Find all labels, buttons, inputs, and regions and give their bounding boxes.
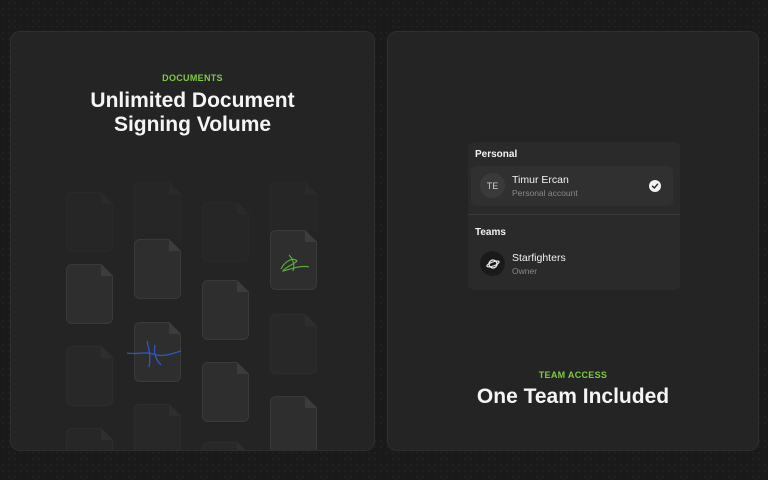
document-icon	[270, 230, 317, 290]
check-icon	[649, 180, 661, 192]
team-item-starfighters[interactable]: Starfighters Owner	[471, 244, 673, 284]
document-icon	[66, 192, 113, 252]
signature-scribble-icon	[126, 340, 182, 368]
documents-card: DOCUMENTS Unlimited Document Signing Vol…	[10, 31, 375, 451]
document-icon	[66, 346, 113, 406]
document-icon	[202, 362, 249, 422]
document-icon	[202, 442, 249, 450]
team-name: Starfighters	[512, 252, 566, 264]
documents-eyebrow: DOCUMENTS	[162, 73, 223, 83]
document-icon	[270, 396, 317, 450]
divider	[468, 214, 680, 215]
team-access-heading: One Team Included	[476, 385, 670, 408]
document-icon	[126, 322, 182, 382]
document-icon	[202, 280, 249, 340]
signature-scribble-icon	[280, 254, 310, 272]
document-icon	[66, 428, 113, 450]
teams-section-label: Teams	[475, 227, 506, 238]
documents-heading: Unlimited Document Signing Volume	[90, 89, 295, 136]
document-icon	[270, 314, 317, 374]
planet-icon	[480, 251, 505, 276]
document-icon	[134, 404, 181, 450]
account-subtitle: Personal account	[512, 188, 578, 198]
team-access-card: Personal TE Timur Ercan Personal account…	[387, 31, 759, 451]
team-role: Owner	[512, 266, 538, 276]
document-icon	[134, 182, 181, 242]
document-icon	[202, 202, 249, 262]
personal-section-label: Personal	[475, 149, 518, 160]
document-icon	[134, 239, 181, 299]
team-access-eyebrow: TEAM ACCESS	[538, 370, 608, 380]
document-icon	[66, 264, 113, 324]
personal-account-item[interactable]: TE Timur Ercan Personal account	[471, 166, 673, 206]
account-switcher: Personal TE Timur Ercan Personal account…	[468, 142, 680, 290]
avatar: TE	[480, 173, 505, 198]
account-name: Timur Ercan	[512, 174, 569, 186]
